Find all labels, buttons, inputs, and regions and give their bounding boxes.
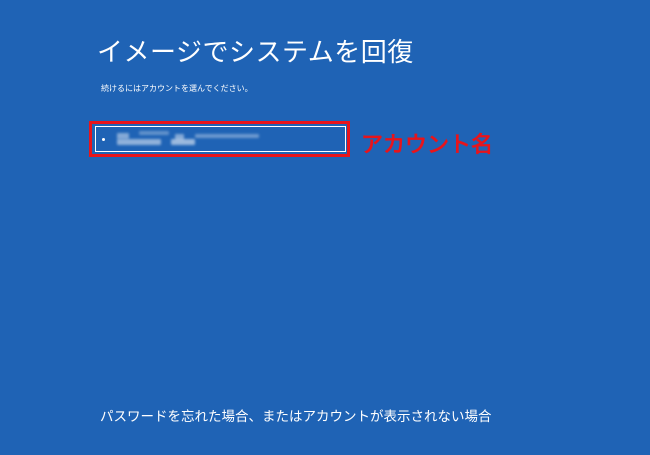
blurred-account-name: [117, 131, 259, 147]
account-bullet-icon: [102, 137, 105, 141]
account-tile[interactable]: [95, 126, 346, 152]
forgot-password-link[interactable]: パスワードを忘れた場合、またはアカウントが表示されない場合: [100, 405, 492, 425]
instruction-text: 続けるにはアカウントを選んでください。: [101, 84, 253, 93]
page-title: イメージでシステムを回復: [97, 38, 414, 68]
account-name-annotation: アカウント名: [361, 133, 494, 158]
